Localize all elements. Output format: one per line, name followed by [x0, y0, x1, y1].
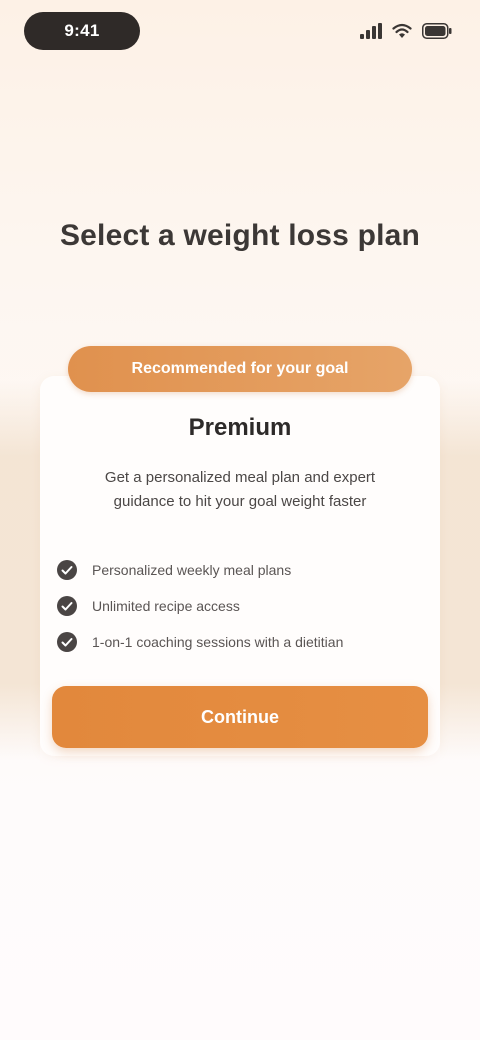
feature-item: Personalized weekly meal plans [56, 552, 416, 588]
recommended-ribbon: Recommended for your goal [68, 346, 412, 392]
continue-button[interactable]: Continue [52, 686, 428, 748]
signal-icon [360, 23, 382, 39]
feature-list: Personalized weekly meal plans Unlimited… [56, 552, 416, 660]
feature-label: 1-on-1 coaching sessions with a dietitia… [92, 634, 344, 650]
feature-item: Unlimited recipe access [56, 588, 416, 624]
status-bar: 9:41 [0, 0, 480, 60]
battery-icon [422, 23, 452, 39]
plan-description: Get a personalized meal plan and expert … [104, 469, 376, 510]
check-circle-icon [56, 595, 78, 617]
feature-item: 1-on-1 coaching sessions with a dietitia… [56, 624, 416, 660]
check-circle-icon [56, 559, 78, 581]
status-icons [360, 18, 452, 44]
feature-label: Personalized weekly meal plans [92, 562, 292, 578]
check-circle-icon [56, 631, 78, 653]
wifi-icon [392, 23, 412, 39]
plan-name: Premium [188, 414, 292, 441]
feature-label: Unlimited recipe access [92, 598, 240, 614]
page-title: Select a weight loss plan [59, 219, 421, 253]
status-time: 9:41 [24, 12, 140, 50]
